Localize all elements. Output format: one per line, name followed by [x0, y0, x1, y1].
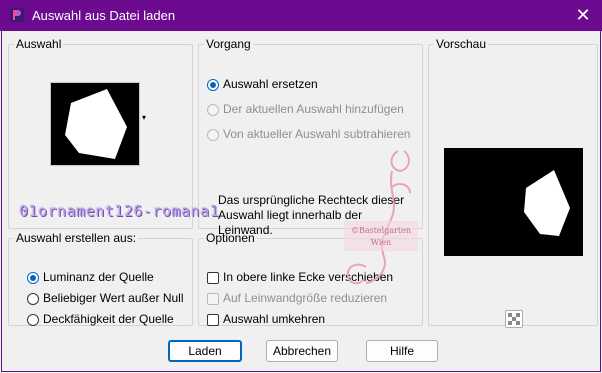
radio-auswahl-hinzufuegen[interactable]: Der aktuellen Auswahl hinzufügen	[207, 101, 404, 117]
radio-label: Deckfähigkeit der Quelle	[43, 312, 174, 326]
radio-icon	[207, 104, 219, 116]
radio-beliebiger-wert[interactable]: Beliebiger Wert außer Null	[27, 290, 184, 306]
radio-label: Auswahl ersetzen	[223, 77, 318, 91]
radio-label: Der aktuellen Auswahl hinzufügen	[223, 102, 404, 116]
radio-icon	[27, 293, 39, 305]
paintshop-app-icon	[10, 8, 24, 22]
abbrechen-button[interactable]: Abbrechen	[266, 340, 338, 362]
preview-shape	[524, 170, 570, 236]
laden-button[interactable]: Laden	[168, 340, 242, 362]
thumbnail-dropdown-icon[interactable]: ▾	[142, 113, 146, 122]
checkbox-label: Auswahl umkehren	[223, 312, 326, 326]
selection-preview	[444, 148, 583, 256]
transparency-checker-button[interactable]	[505, 310, 523, 328]
auswahl-erstellen-group: Auswahl erstellen aus: Luminanz der Quel…	[8, 231, 193, 326]
stamp-text-line1: ©Bastelgarten	[351, 226, 411, 235]
radio-auswahl-ersetzen[interactable]: Auswahl ersetzen	[207, 76, 318, 92]
radio-checked-icon	[207, 79, 219, 91]
radio-label: Von aktueller Auswahl subtrahieren	[223, 127, 411, 141]
radio-icon	[207, 129, 219, 141]
stamp-text-line2: Wien	[371, 238, 392, 247]
auswahl-legend: Auswahl	[16, 37, 62, 51]
watermark-filename: 01ornament126-romana1	[19, 202, 220, 220]
radio-label: Beliebiger Wert außer Null	[43, 291, 184, 305]
dialog-body: Auswahl ▾ Vorgang Auswahl ersetzen Der a…	[1, 31, 601, 372]
vorschau-legend: Vorschau	[436, 37, 487, 51]
vorschau-group: Vorschau	[428, 37, 598, 328]
checkbox-auswahl-umkehren[interactable]: Auswahl umkehren	[207, 311, 325, 327]
hilfe-button[interactable]: Hilfe	[366, 340, 438, 362]
checkbox-icon	[207, 293, 219, 305]
ornament-stamp-icon: ©Bastelgarten Wien	[344, 150, 418, 285]
vorgang-legend: Vorgang	[206, 37, 251, 51]
window-title: Auswahl aus Datei laden	[32, 8, 176, 23]
checkerboard-icon	[508, 313, 520, 325]
selection-file-thumbnail[interactable]	[50, 82, 140, 166]
radio-auswahl-subtrahieren[interactable]: Von aktueller Auswahl subtrahieren	[207, 126, 410, 142]
radio-label: Luminanz der Quelle	[43, 270, 154, 284]
checkbox-icon	[207, 272, 219, 284]
thumbnail-shape	[65, 89, 127, 159]
optionen-legend: Optionen	[206, 231, 255, 245]
auswahl-group: Auswahl ▾	[8, 37, 193, 229]
close-icon: ✕	[575, 5, 591, 25]
radio-icon	[27, 314, 39, 326]
close-button[interactable]: ✕	[572, 4, 594, 26]
radio-deckfaehigkeit[interactable]: Deckfähigkeit der Quelle	[27, 311, 174, 327]
auswahl-erstellen-legend: Auswahl erstellen aus:	[16, 231, 137, 245]
radio-luminanz[interactable]: Luminanz der Quelle	[27, 269, 154, 285]
radio-checked-icon	[27, 272, 39, 284]
title-bar: Auswahl aus Datei laden ✕	[0, 0, 602, 31]
checkbox-icon	[207, 314, 219, 326]
